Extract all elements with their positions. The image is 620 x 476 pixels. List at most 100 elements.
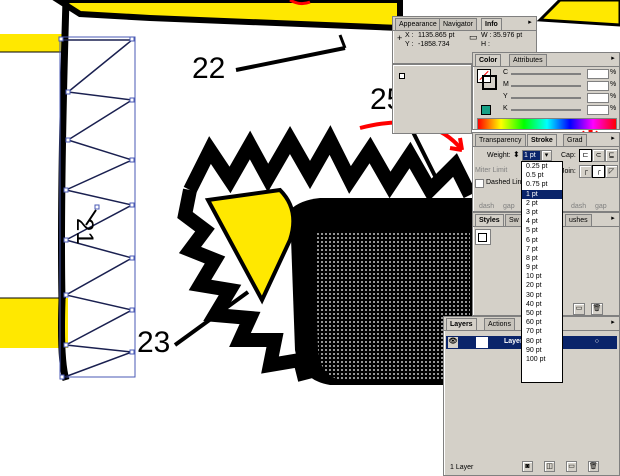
new-layer-icon[interactable]: ▭ bbox=[566, 461, 577, 472]
weight-option[interactable]: 9 pt bbox=[522, 263, 562, 272]
layers-menu-arrow-icon[interactable]: ▸ bbox=[609, 319, 617, 327]
color-panel-tabs: Color Attributes ▸ bbox=[473, 53, 619, 67]
tab-stroke[interactable]: Stroke bbox=[527, 134, 557, 146]
slider-y[interactable] bbox=[511, 97, 581, 99]
round-cap-button[interactable]: ⊂ bbox=[592, 149, 605, 162]
tab-navigator[interactable]: Navigator bbox=[439, 18, 477, 30]
weight-option[interactable]: 20 pt bbox=[522, 281, 562, 290]
pct-m: % bbox=[610, 81, 617, 88]
weight-option[interactable]: 50 pt bbox=[522, 309, 562, 318]
tab-transparency[interactable]: Transparency bbox=[475, 134, 526, 146]
weight-option[interactable]: 1 pt bbox=[522, 189, 562, 199]
info-x-value: 1135.865 pt bbox=[418, 32, 455, 39]
delete-layer-icon[interactable]: 🗑 bbox=[588, 461, 599, 472]
color-menu-arrow-icon[interactable]: ▸ bbox=[609, 55, 617, 63]
weight-option[interactable]: 7 pt bbox=[522, 245, 562, 254]
last-color-swatch[interactable] bbox=[481, 105, 491, 115]
input-c[interactable] bbox=[587, 69, 609, 79]
info-panel-tabs: Appearance Navigator Info ▸ bbox=[393, 17, 536, 31]
projecting-cap-button[interactable]: ⊑ bbox=[605, 149, 618, 162]
weight-option[interactable]: 10 pt bbox=[522, 272, 562, 281]
stroke-menu-arrow-icon[interactable]: ▸ bbox=[609, 135, 617, 143]
slider-m[interactable] bbox=[511, 85, 581, 87]
layer-target-icon[interactable]: ○ bbox=[595, 338, 599, 345]
weight-option[interactable]: 60 pt bbox=[522, 318, 562, 327]
info-h-label: H : bbox=[481, 41, 490, 48]
weight-option[interactable]: 90 pt bbox=[522, 346, 562, 355]
default-style-swatch[interactable] bbox=[475, 229, 491, 245]
slider-k[interactable] bbox=[511, 109, 581, 111]
weight-option[interactable]: 80 pt bbox=[522, 337, 562, 346]
weight-option[interactable]: 30 pt bbox=[522, 291, 562, 300]
pct-y: % bbox=[610, 93, 617, 100]
stroke-panel-tabs: Transparency Stroke Grad ▸ bbox=[473, 133, 619, 147]
weight-option[interactable]: 0.5 pt bbox=[522, 171, 562, 180]
label-22: 22 bbox=[192, 52, 226, 85]
pct-c: % bbox=[610, 69, 617, 76]
weight-option[interactable]: 4 pt bbox=[522, 217, 562, 226]
gap-label-1: gap bbox=[503, 203, 515, 210]
channel-c-label: C bbox=[503, 69, 509, 76]
tab-info[interactable]: Info bbox=[481, 18, 502, 30]
info-extra-area bbox=[392, 64, 472, 134]
bevel-join-button[interactable]: ◸ bbox=[605, 165, 618, 178]
tab-brushes[interactable]: ushes bbox=[565, 214, 592, 226]
tab-gradient[interactable]: Grad bbox=[563, 134, 587, 146]
channel-k-label: K bbox=[503, 105, 508, 112]
miter-limit-label: Miter Limit bbox=[475, 167, 508, 174]
weight-option[interactable]: 0.25 pt bbox=[522, 162, 562, 171]
input-k[interactable] bbox=[587, 105, 609, 115]
panel-menu-arrow-icon[interactable]: ▸ bbox=[526, 19, 534, 27]
layer-name[interactable]: Layer bbox=[504, 338, 523, 345]
label-23: 23 bbox=[137, 326, 171, 359]
weight-option[interactable]: 70 pt bbox=[522, 327, 562, 336]
stroke-swatch[interactable] bbox=[482, 75, 497, 90]
tab-styles[interactable]: Styles bbox=[475, 214, 504, 226]
weight-option[interactable]: 40 pt bbox=[522, 300, 562, 309]
layer-count: 1 Layer bbox=[450, 464, 474, 471]
crosshair-icon: + bbox=[397, 33, 403, 43]
dash-label-3: dash bbox=[571, 203, 587, 210]
info-w-value: 35.976 pt bbox=[493, 32, 523, 39]
weight-input[interactable]: 1 pt bbox=[522, 150, 541, 161]
weight-option[interactable]: 3 pt bbox=[522, 208, 562, 217]
anchor-points bbox=[58, 36, 135, 380]
weight-option[interactable]: 8 pt bbox=[522, 254, 562, 263]
tab-color[interactable]: Color bbox=[475, 54, 502, 66]
info-w-label: W : bbox=[481, 32, 492, 39]
dashed-line-checkbox[interactable] bbox=[475, 179, 484, 188]
styles-menu-arrow-icon[interactable]: ▸ bbox=[609, 215, 617, 223]
weight-option[interactable]: 6 pt bbox=[522, 236, 562, 245]
tab-actions[interactable]: Actions bbox=[484, 318, 515, 330]
weight-stepper-icon[interactable]: ⬍ bbox=[513, 150, 520, 159]
butt-cap-button[interactable]: ⊏ bbox=[579, 149, 592, 162]
info-y-value: -1858.734 bbox=[418, 41, 450, 48]
tab-appearance[interactable]: Appearance bbox=[395, 18, 441, 30]
input-y[interactable] bbox=[587, 93, 609, 103]
round-join-button[interactable]: ╭ bbox=[592, 165, 605, 178]
size-icon: ▭ bbox=[469, 32, 478, 42]
new-style-icon[interactable]: ▭ bbox=[573, 303, 585, 315]
delete-style-icon[interactable]: 🗑 bbox=[591, 303, 603, 315]
weight-dropdown-menu[interactable]: 0.25 pt 0.5 pt 0.75 pt 1 pt 2 pt 3 pt 4 pt 5 pt… bbox=[521, 161, 563, 383]
color-spectrum-bar[interactable] bbox=[477, 118, 617, 130]
tab-layers[interactable]: Layers bbox=[446, 318, 477, 330]
visibility-eye-icon[interactable]: 👁 bbox=[448, 337, 458, 348]
yellow-banner-shape bbox=[52, 0, 403, 32]
tab-attributes[interactable]: Attributes bbox=[509, 54, 547, 66]
slider-c[interactable] bbox=[511, 73, 581, 75]
channel-y-label: Y bbox=[503, 93, 508, 100]
make-clipping-mask-icon[interactable]: ◙ bbox=[522, 461, 533, 472]
color-panel: Color Attributes ▸ C M Y K % % % % bbox=[472, 52, 620, 130]
weight-option[interactable]: 5 pt bbox=[522, 226, 562, 235]
weight-option[interactable]: 2 pt bbox=[522, 199, 562, 208]
new-sublayer-icon[interactable]: ◫ bbox=[544, 461, 555, 472]
yellow-band-bottom bbox=[0, 298, 68, 348]
weight-option[interactable]: 0.75 pt bbox=[522, 180, 562, 189]
miter-join-button[interactable]: ┌ bbox=[579, 165, 592, 178]
weight-option[interactable]: 100 pt bbox=[522, 355, 562, 364]
input-m[interactable] bbox=[587, 81, 609, 91]
yellow-band-top bbox=[0, 34, 68, 52]
weight-dropdown-arrow-icon[interactable]: ▾ bbox=[541, 150, 552, 161]
pct-k: % bbox=[610, 105, 617, 112]
